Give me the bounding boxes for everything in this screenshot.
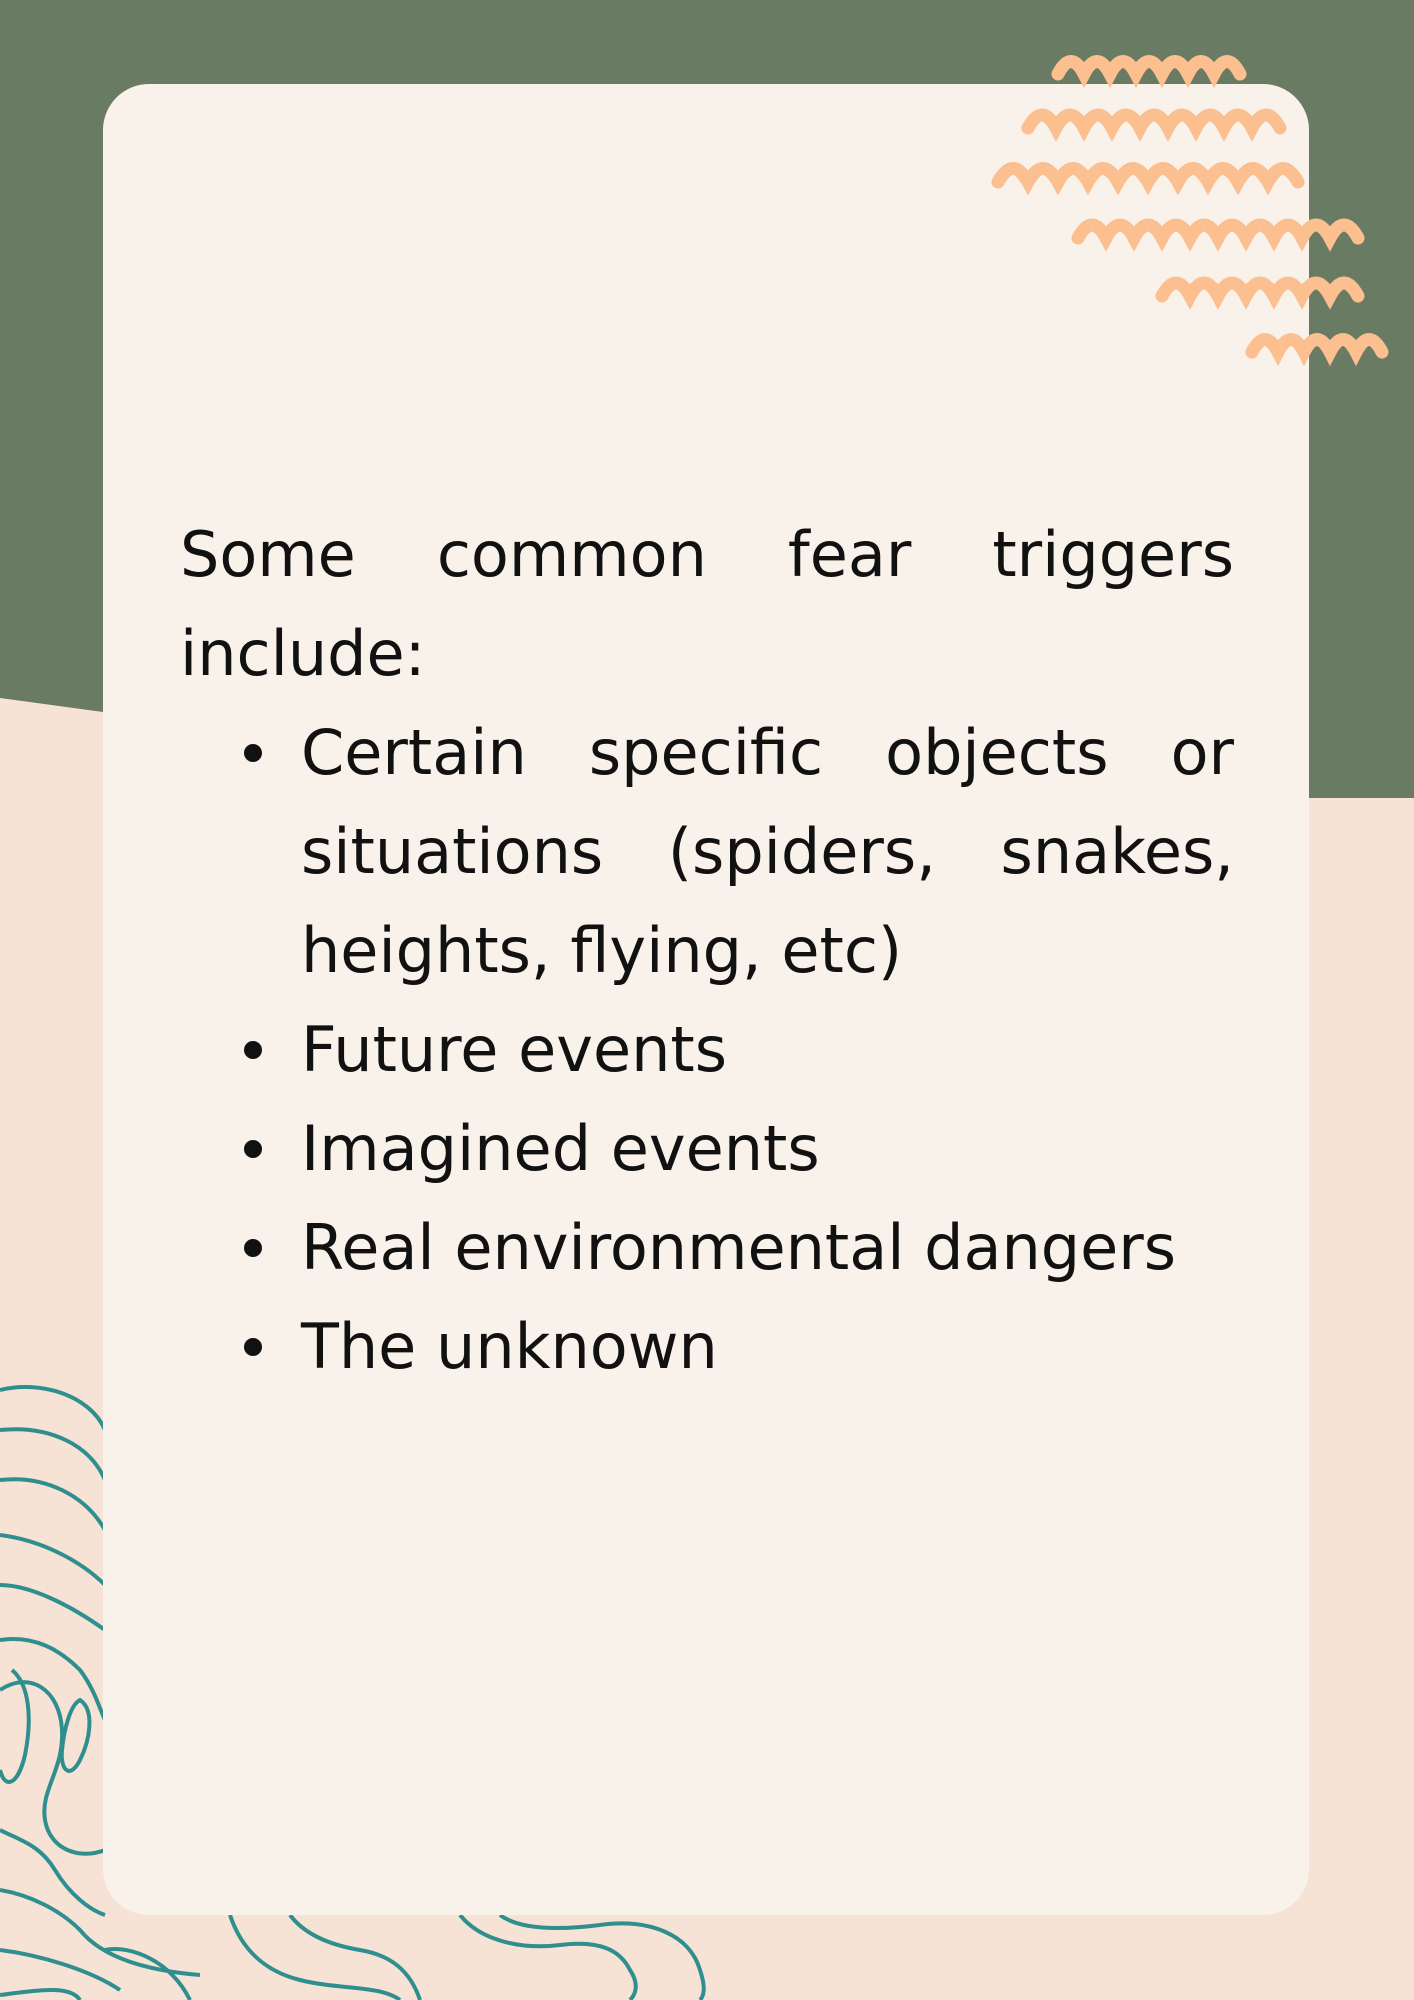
- bullet-icon: [244, 1041, 262, 1059]
- bullet-icon: [244, 1338, 262, 1356]
- list-item: Certain specific objects or situations (…: [180, 703, 1234, 1000]
- list-item-text: The unknown: [301, 1310, 718, 1383]
- bullet-icon: [244, 744, 262, 762]
- list-item-text: Future events: [301, 1013, 728, 1086]
- bullet-icon: [244, 1140, 262, 1158]
- list-item-text: Real environmental dangers: [301, 1211, 1177, 1284]
- intro-text: Some common fear triggers include:: [180, 518, 1234, 690]
- bullet-icon: [244, 1239, 262, 1257]
- list-item: Real environmental dangers: [180, 1198, 1234, 1297]
- squiggle-decoration: [991, 55, 1389, 367]
- list-item: Future events: [180, 1000, 1234, 1099]
- list-item-text: Imagined events: [301, 1112, 820, 1185]
- fear-triggers-list: Certain specific objects or situations (…: [180, 703, 1234, 1396]
- list-item: Imagined events: [180, 1099, 1234, 1198]
- fear-triggers-text: Some common fear triggers include: Certa…: [180, 505, 1234, 1396]
- list-item-text: Certain specific objects or situations (…: [301, 716, 1234, 987]
- list-item: The unknown: [180, 1297, 1234, 1396]
